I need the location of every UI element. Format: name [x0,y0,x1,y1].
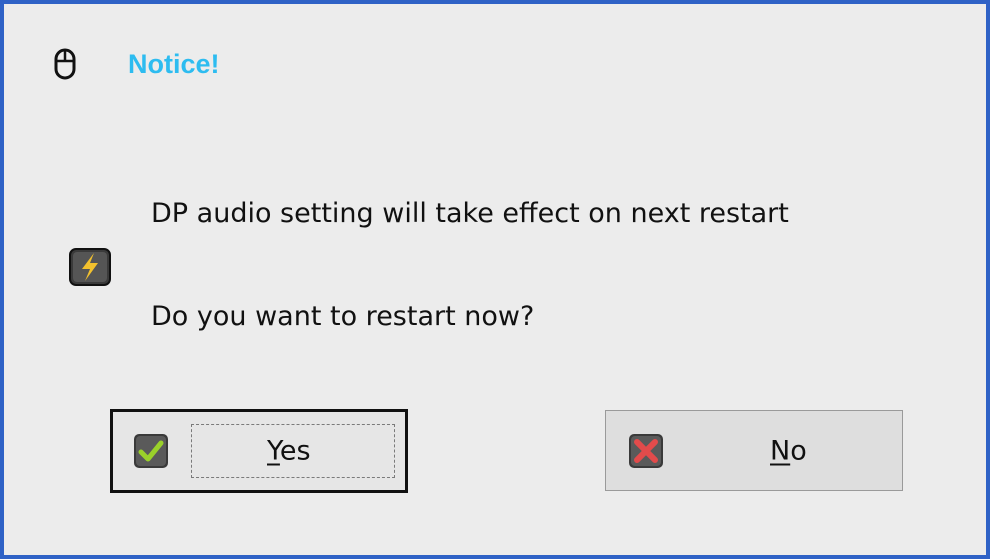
no-mnemonic: N [770,435,791,466]
yes-mnemonic: Y [267,435,280,467]
yes-button[interactable]: Yes [110,409,408,493]
dialog-title: Notice! [128,48,220,79]
dialog-title-bar: Notice! [54,44,220,84]
no-button[interactable]: No [605,410,903,491]
check-icon [134,434,168,468]
yes-label-rest: es [279,435,311,467]
x-icon [629,433,663,468]
mouse-icon [54,48,76,80]
lightning-warning-icon [69,248,111,286]
message-line-1: DP audio setting will take effect on nex… [151,198,789,229]
no-label-rest: o [790,435,807,466]
message-line-2: Do you want to restart now? [151,301,535,332]
notice-dialog: Notice! DP audio setting will take effec… [0,0,990,559]
yes-button-label: Yes [267,436,311,467]
no-button-label: No [770,435,807,466]
